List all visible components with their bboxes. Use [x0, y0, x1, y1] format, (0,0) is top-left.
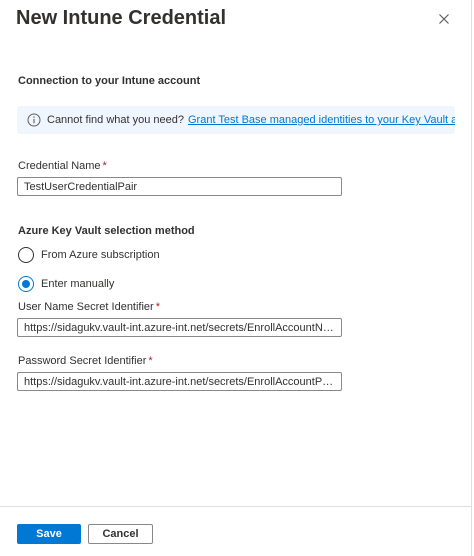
- user-name-secret-label: User Name Secret Identifier *: [18, 301, 160, 313]
- key-vault-heading: Azure Key Vault selection method: [18, 225, 195, 237]
- password-secret-label-text: Password Secret Identifier: [18, 355, 147, 367]
- info-message-bar: Cannot find what you need? Grant Test Ba…: [17, 106, 455, 134]
- required-mark: *: [155, 301, 160, 313]
- required-mark: *: [148, 355, 153, 367]
- connection-heading: Connection to your Intune account: [18, 75, 201, 87]
- radio-label: Enter manually: [41, 278, 115, 290]
- password-secret-label: Password Secret Identifier *: [18, 355, 153, 367]
- credential-panel: New Intune Credential Connection to your…: [0, 0, 472, 556]
- radio-button[interactable]: [18, 247, 34, 263]
- user-name-secret-input[interactable]: [17, 318, 342, 337]
- panel-title: New Intune Credential: [16, 7, 227, 29]
- radio-button-selected[interactable]: [18, 276, 34, 292]
- save-button[interactable]: Save: [17, 524, 81, 544]
- radio-from-azure-subscription[interactable]: From Azure subscription: [18, 247, 160, 263]
- credential-name-label: Credential Name *: [18, 160, 107, 172]
- close-button[interactable]: [436, 11, 452, 27]
- password-secret-input[interactable]: [17, 372, 342, 391]
- credential-name-label-text: Credential Name: [18, 160, 101, 172]
- radio-label: From Azure subscription: [41, 249, 160, 261]
- radio-enter-manually[interactable]: Enter manually: [18, 276, 114, 292]
- info-text: Cannot find what you need?: [47, 114, 184, 126]
- cancel-button[interactable]: Cancel: [88, 524, 153, 544]
- grant-identities-link[interactable]: Grant Test Base managed identities to yo…: [188, 114, 455, 126]
- credential-name-input[interactable]: [17, 177, 342, 196]
- required-mark: *: [102, 160, 107, 172]
- user-name-secret-label-text: User Name Secret Identifier: [18, 301, 154, 313]
- footer-divider: [0, 506, 472, 507]
- info-icon: [27, 113, 41, 127]
- close-icon: [439, 14, 449, 24]
